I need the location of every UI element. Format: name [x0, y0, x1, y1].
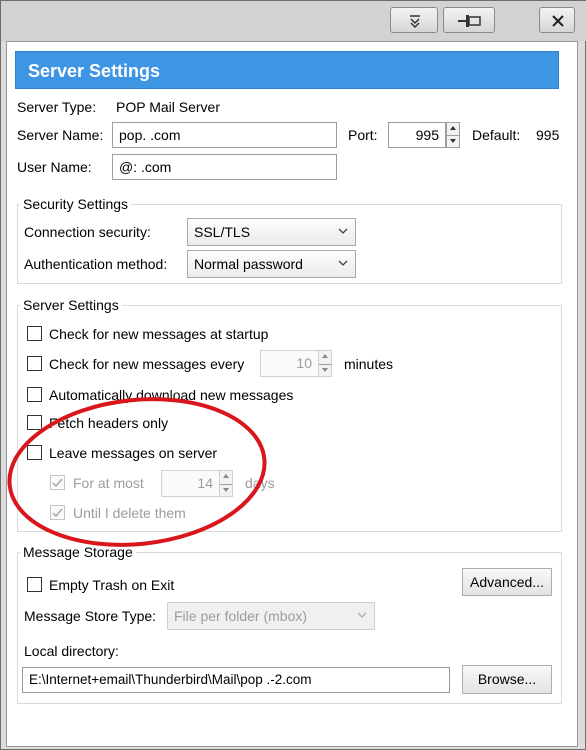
- window-titlebar: [1, 1, 586, 41]
- chevron-down-icon: [338, 260, 348, 266]
- checkmark-icon: [52, 478, 63, 488]
- empty-trash-checkbox[interactable]: [27, 577, 42, 592]
- default-port-value: 995: [536, 127, 560, 143]
- browse-button[interactable]: Browse...: [462, 665, 552, 694]
- collapse-button[interactable]: [390, 7, 438, 33]
- connection-security-label: Connection security:: [24, 224, 151, 240]
- local-directory-field[interactable]: E:\Internet+email\Thunderbird\Mail\pop .…: [22, 667, 450, 693]
- server-type-label: Server Type:: [17, 99, 97, 115]
- server-name-label: Server Name:: [17, 127, 104, 143]
- settings-panel: Server Settings Server Type: POP Mail Se…: [6, 41, 578, 747]
- advanced-button[interactable]: Advanced...: [462, 568, 552, 596]
- connection-security-value: SSL/TLS: [194, 224, 251, 240]
- collapse-icon: [410, 15, 420, 29]
- days-stepper[interactable]: [219, 470, 233, 497]
- headers-only-checkbox[interactable]: [27, 415, 42, 430]
- check-startup-checkbox[interactable]: [27, 326, 42, 341]
- message-storage-title: Message Storage: [20, 544, 136, 560]
- settings-window: Server Settings Server Type: POP Mail Se…: [0, 0, 586, 750]
- user-name-field[interactable]: @: .com: [112, 154, 337, 180]
- port-label: Port:: [348, 127, 378, 143]
- page-title: Server Settings: [15, 51, 559, 89]
- until-delete-label: Until I delete them: [73, 505, 186, 521]
- leave-on-server-checkbox[interactable]: [27, 445, 42, 460]
- server-name-field[interactable]: pop. .com: [112, 122, 337, 148]
- check-every-checkbox[interactable]: [27, 356, 42, 371]
- port-field[interactable]: 995: [388, 122, 446, 148]
- checkmark-icon: [52, 508, 63, 518]
- store-type-value: File per folder (mbox): [174, 608, 308, 624]
- close-icon: [552, 15, 564, 27]
- empty-trash-label[interactable]: Empty Trash on Exit: [49, 577, 174, 593]
- default-port-label: Default:: [472, 127, 521, 143]
- for-at-most-label: For at most: [73, 475, 144, 491]
- check-interval-stepper[interactable]: [318, 350, 332, 377]
- check-interval-unit: minutes: [344, 356, 394, 372]
- chevron-down-icon: [338, 228, 348, 234]
- store-type-label: Message Store Type:: [24, 608, 157, 624]
- chevron-down-icon: [357, 612, 367, 618]
- store-type-select[interactable]: File per folder (mbox): [167, 602, 375, 630]
- connection-security-select[interactable]: SSL/TLS: [187, 218, 356, 246]
- check-every-label[interactable]: Check for new messages every: [49, 356, 244, 372]
- security-settings-title: Security Settings: [20, 196, 132, 212]
- close-button[interactable]: [539, 7, 575, 33]
- server-type-value: POP Mail Server: [116, 99, 220, 115]
- auto-download-checkbox[interactable]: [27, 387, 42, 402]
- server-settings-title: Server Settings: [20, 297, 122, 313]
- days-field[interactable]: 14: [161, 470, 220, 497]
- auth-method-label: Authentication method:: [24, 256, 168, 272]
- until-delete-checkbox[interactable]: [50, 505, 65, 520]
- auto-download-label[interactable]: Automatically download new messages: [49, 387, 293, 403]
- auth-method-value: Normal password: [194, 256, 303, 272]
- check-startup-label[interactable]: Check for new messages at startup: [49, 326, 268, 342]
- port-stepper[interactable]: [446, 122, 460, 148]
- for-at-most-checkbox[interactable]: [50, 475, 65, 490]
- check-interval-field[interactable]: 10: [260, 350, 319, 377]
- auth-method-select[interactable]: Normal password: [187, 250, 356, 278]
- pin-button[interactable]: [443, 7, 495, 33]
- pin-icon: [458, 15, 481, 27]
- local-directory-label: Local directory:: [24, 643, 119, 659]
- headers-only-label[interactable]: Fetch headers only: [49, 415, 168, 431]
- user-name-label: User Name:: [17, 159, 92, 175]
- leave-on-server-label[interactable]: Leave messages on server: [49, 445, 217, 461]
- days-unit: days: [245, 475, 275, 491]
